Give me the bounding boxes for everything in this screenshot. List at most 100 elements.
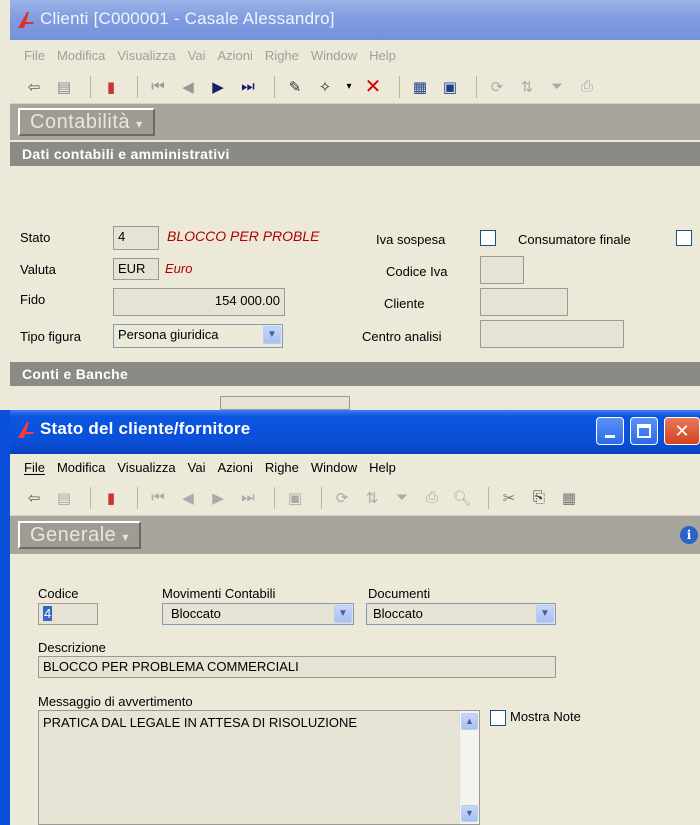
app-logo-icon: [18, 12, 34, 28]
sort-icon[interactable]: ⇅: [515, 75, 539, 99]
fido-field[interactable]: 154 000.00: [113, 288, 285, 316]
tipo-figura-label: Tipo figura: [20, 329, 81, 344]
last-record-icon[interactable]: ⏭: [236, 75, 260, 99]
properties-icon[interactable]: ▤: [52, 75, 76, 99]
edit-icon[interactable]: ✎: [283, 75, 307, 99]
menu-help[interactable]: Help: [369, 48, 396, 63]
centro-analisi-field[interactable]: [480, 320, 624, 348]
refresh-icon[interactable]: ⟳: [330, 486, 354, 510]
codice-field[interactable]: 4: [38, 603, 98, 625]
menu-window[interactable]: Window: [311, 48, 357, 63]
menu-help[interactable]: Help: [369, 460, 396, 475]
refresh-icon[interactable]: ⟳: [485, 75, 509, 99]
next-record-icon[interactable]: ▶: [206, 75, 230, 99]
menu-visualizza[interactable]: Visualizza: [117, 48, 175, 63]
descrizione-field[interactable]: BLOCCO PER PROBLEMA COMMERCIALI: [38, 656, 556, 678]
copy-icon[interactable]: ⎘: [527, 486, 551, 510]
filter-icon[interactable]: ⏷: [545, 75, 569, 99]
previous-record-icon[interactable]: ◀: [176, 486, 200, 510]
first-record-icon[interactable]: ⏮: [146, 75, 170, 99]
paste-icon[interactable]: ▦: [557, 486, 581, 510]
conti-banche-panel: [10, 386, 700, 410]
consumatore-finale-label: Consumatore finale: [518, 232, 631, 247]
consumatore-finale-checkbox[interactable]: [676, 230, 692, 246]
main-window-titlebar[interactable]: Clienti [C000001 - Casale Alessandro]: [10, 0, 700, 40]
chart-icon[interactable]: ▮: [99, 486, 123, 510]
stato-code-field[interactable]: 4: [113, 226, 159, 250]
messaggio-label: Messaggio di avvertimento: [38, 694, 193, 709]
documenti-select[interactable]: Bloccato ▼: [366, 603, 556, 625]
app-logo-icon: [18, 422, 34, 438]
valuta-code-field[interactable]: EUR: [113, 258, 159, 280]
fido-label: Fido: [20, 292, 46, 307]
mostra-note-label: Mostra Note: [510, 709, 581, 724]
codice-label: Codice: [38, 586, 79, 601]
tipo-figura-select[interactable]: Persona giuridica ▼: [113, 324, 283, 348]
menu-vai[interactable]: Vai: [188, 460, 206, 475]
last-record-icon[interactable]: ⏭: [236, 486, 260, 510]
menu-modifica[interactable]: Modifica: [57, 460, 105, 475]
messaggio-textarea[interactable]: PRATICA DAL LEGALE IN ATTESA DI RISOLUZI…: [38, 710, 480, 825]
main-menubar: File Modifica Visualizza Vai Azioni Righ…: [10, 40, 700, 70]
new-record-icon[interactable]: ✧: [313, 75, 337, 99]
chart-icon[interactable]: ▮: [99, 75, 123, 99]
iva-sospesa-checkbox[interactable]: [480, 230, 496, 246]
chevron-down-icon[interactable]: ▼: [263, 326, 281, 344]
movimenti-contabili-select[interactable]: Bloccato ▼: [162, 603, 354, 625]
valuta-label: Valuta: [20, 262, 56, 277]
preview-icon[interactable]: 🔍︎: [450, 486, 474, 510]
first-record-icon[interactable]: ⏮: [146, 486, 170, 510]
scroll-down-icon[interactable]: ▼: [461, 805, 478, 822]
list-view-icon[interactable]: ▦: [408, 75, 432, 99]
minimize-icon[interactable]: [596, 417, 624, 445]
menu-azioni[interactable]: Azioni: [218, 460, 253, 475]
cut-icon[interactable]: ✂: [497, 486, 521, 510]
filter-icon[interactable]: ⏷: [390, 486, 414, 510]
properties-icon[interactable]: ▤: [52, 486, 76, 510]
chevron-down-icon[interactable]: ▼: [334, 605, 352, 623]
menu-window[interactable]: Window: [311, 460, 357, 475]
dialog-menubar: File Modifica Visualizza Vai Azioni Righ…: [10, 454, 700, 480]
print-icon[interactable]: ⎙: [420, 486, 444, 510]
exit-icon[interactable]: ⇦: [22, 486, 46, 510]
maximize-icon[interactable]: [630, 417, 658, 445]
previous-record-icon[interactable]: ◀: [176, 75, 200, 99]
tab-dropdown-icon: ▾: [122, 530, 129, 544]
info-icon[interactable]: i: [680, 526, 698, 544]
menu-azioni[interactable]: Azioni: [218, 48, 253, 63]
menu-file[interactable]: File: [24, 48, 45, 63]
close-icon[interactable]: ✕: [664, 417, 700, 445]
dialog-titlebar[interactable]: Stato del cliente/fornitore ✕: [10, 410, 700, 454]
stato-description: BLOCCO PER PROBLE: [167, 228, 320, 244]
dialog-section-bar: Generale ▾ i: [10, 516, 700, 554]
dropdown-arrow-icon[interactable]: ▾: [343, 75, 355, 99]
exit-icon[interactable]: ⇦: [22, 75, 46, 99]
menu-file[interactable]: File: [24, 460, 45, 475]
codice-iva-label: Codice Iva: [386, 264, 448, 279]
mostra-note-checkbox[interactable]: [490, 710, 506, 726]
menu-righe[interactable]: Righe: [265, 460, 299, 475]
messaggio-scrollbar[interactable]: ▲ ▼: [459, 711, 479, 824]
codice-iva-field[interactable]: [480, 256, 524, 284]
tab-generale[interactable]: Generale ▾: [18, 521, 141, 549]
cliente-field[interactable]: [480, 288, 568, 316]
form-view-icon[interactable]: ▣: [438, 75, 462, 99]
descrizione-label: Descrizione: [38, 640, 106, 655]
sort-icon[interactable]: ⇅: [360, 486, 384, 510]
menu-righe[interactable]: Righe: [265, 48, 299, 63]
dialog-title: Stato del cliente/fornitore: [40, 419, 251, 438]
form-view-icon[interactable]: ▣: [283, 486, 307, 510]
print-icon[interactable]: ⎙: [575, 75, 599, 99]
chevron-down-icon[interactable]: ▼: [536, 605, 554, 623]
dati-contabili-panel: Stato 4 BLOCCO PER PROBLE Iva sospesa Co…: [10, 206, 700, 366]
delete-icon[interactable]: ✕: [361, 75, 385, 99]
main-toolbar: ⇦ ▤ ▮ ⏮ ◀ ▶ ⏭ ✎ ✧ ▾ ✕ ▦ ▣ ⟳ ⇅ ⏷ ⎙: [10, 70, 700, 104]
scroll-up-icon[interactable]: ▲: [461, 713, 478, 730]
next-record-icon[interactable]: ▶: [206, 486, 230, 510]
tab-dropdown-icon: ▾: [136, 117, 143, 131]
menu-visualizza[interactable]: Visualizza: [117, 460, 175, 475]
stato-label: Stato: [20, 230, 51, 245]
menu-modifica[interactable]: Modifica: [57, 48, 105, 63]
menu-vai[interactable]: Vai: [188, 48, 206, 63]
tab-contabilita[interactable]: Contabilità ▾: [18, 108, 155, 136]
